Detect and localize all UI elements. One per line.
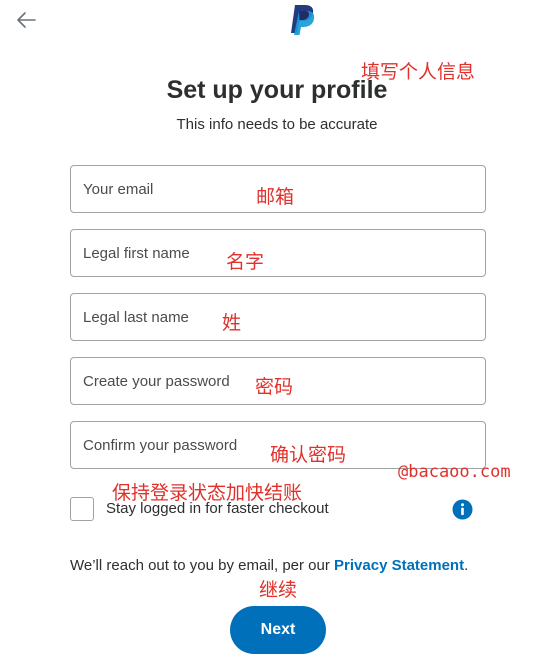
disclaimer-text: We’ll reach out to you by email, per our [70, 557, 335, 574]
annotation-confirm-password: 确认密码 [270, 444, 347, 466]
disclaimer-end: . [464, 557, 469, 574]
page-title: Set up your profile [166, 76, 388, 104]
privacy-statement-link[interactable]: Privacy Statement [334, 557, 464, 574]
page-subtitle: This info needs to be accurate [176, 116, 378, 133]
privacy-disclaimer: We’ll reach out to you by email, per our… [70, 557, 468, 574]
first-name-input[interactable] [71, 230, 485, 276]
stay-logged-in-label: Stay logged in for faster checkout [106, 500, 329, 517]
info-icon[interactable] [452, 499, 473, 520]
watermark: @bacaoo.com [398, 462, 511, 482]
last-name-field[interactable] [70, 293, 486, 341]
first-name-field[interactable] [70, 229, 486, 277]
back-arrow-icon[interactable] [14, 8, 38, 32]
annotation-last-name: 姓 [222, 312, 242, 334]
annotation-next: 继续 [259, 579, 298, 601]
annotation-first-name: 名字 [226, 251, 265, 273]
next-button[interactable]: Next [230, 606, 326, 654]
stay-logged-in-checkbox[interactable] [70, 497, 94, 521]
paypal-logo-icon [291, 5, 315, 35]
annotation-email: 邮箱 [256, 186, 295, 208]
annotation-password: 密码 [255, 376, 294, 398]
last-name-input[interactable] [71, 294, 485, 340]
